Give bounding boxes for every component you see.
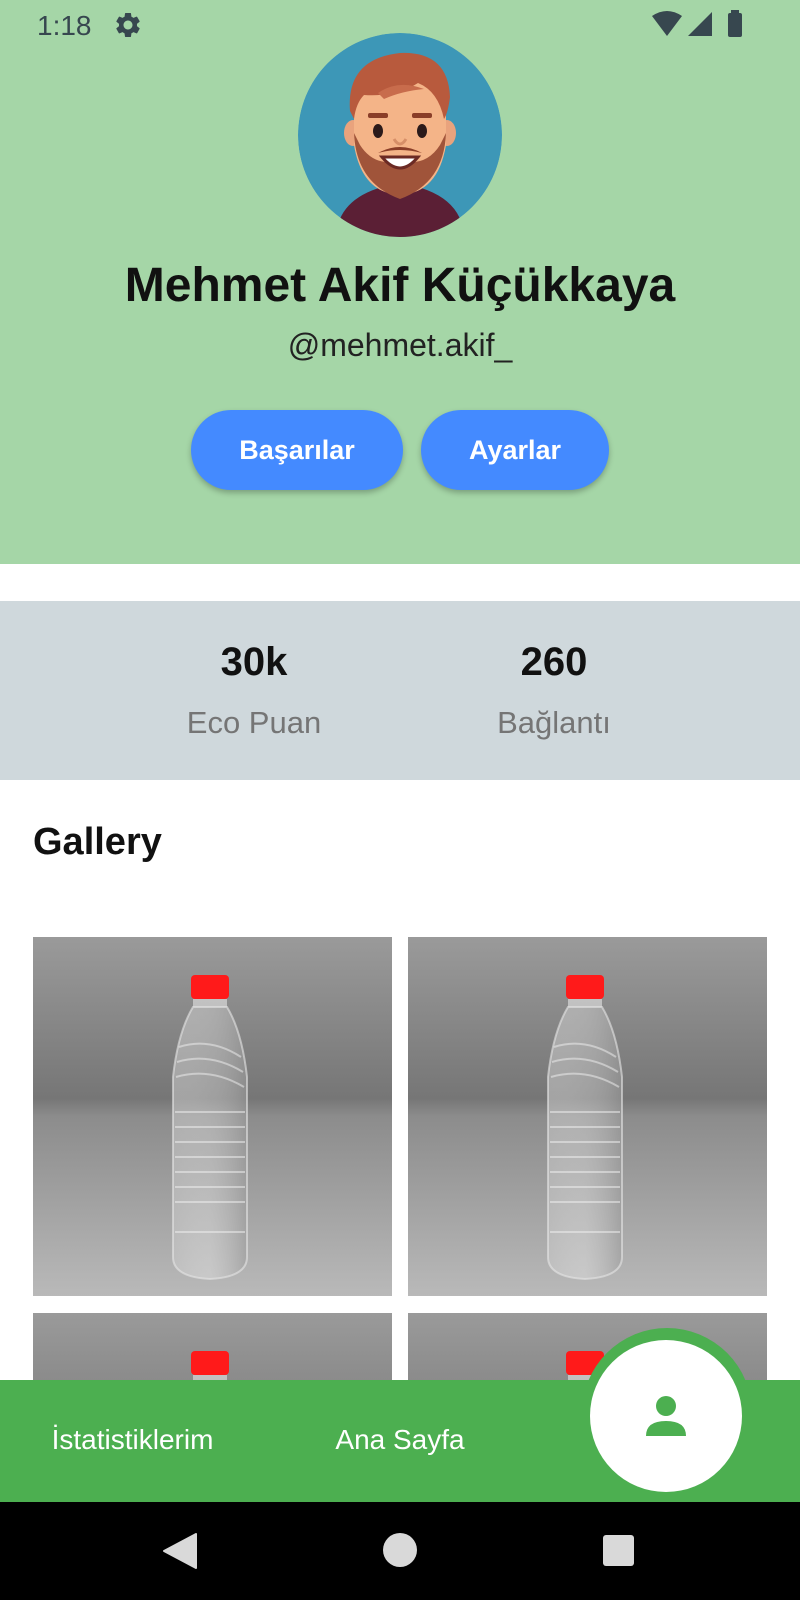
connections-label: Bağlantı bbox=[497, 705, 611, 740]
plastic-bottle-photo bbox=[408, 937, 767, 1296]
nav-item-home[interactable]: Ana Sayfa bbox=[300, 1420, 500, 1460]
home-icon[interactable] bbox=[383, 1533, 417, 1567]
profile-name: Mehmet Akif Küçükkaya bbox=[124, 259, 676, 312]
status-time: 1:18 bbox=[37, 10, 92, 41]
gallery-photo[interactable] bbox=[33, 937, 392, 1296]
profile-handle: @mehmet.akif_ bbox=[287, 327, 513, 363]
signal-icon bbox=[688, 12, 712, 36]
status-icons bbox=[652, 10, 742, 37]
eco-points-value: 30k bbox=[220, 640, 288, 684]
achievements-button[interactable]: Başarılar bbox=[191, 410, 403, 490]
gear-icon bbox=[116, 13, 140, 37]
gallery-title: Gallery bbox=[33, 821, 162, 863]
settings-button[interactable]: Ayarlar bbox=[421, 410, 609, 490]
wifi-icon bbox=[652, 11, 682, 36]
nav-item-profile[interactable] bbox=[590, 1340, 742, 1492]
person-icon bbox=[646, 1396, 686, 1436]
stats-panel bbox=[0, 601, 800, 780]
plastic-bottle-photo bbox=[33, 937, 392, 1296]
battery-icon bbox=[728, 13, 742, 37]
connections-value: 260 bbox=[520, 640, 588, 684]
avatar[interactable] bbox=[298, 33, 502, 237]
nav-item-statistics[interactable]: İstatistiklerim bbox=[20, 1420, 245, 1460]
gallery-photo[interactable] bbox=[408, 937, 767, 1296]
avatar-illustration bbox=[298, 33, 502, 237]
recents-icon[interactable] bbox=[603, 1535, 634, 1566]
back-icon[interactable] bbox=[162, 1532, 198, 1570]
eco-points-label: Eco Puan bbox=[186, 705, 322, 740]
